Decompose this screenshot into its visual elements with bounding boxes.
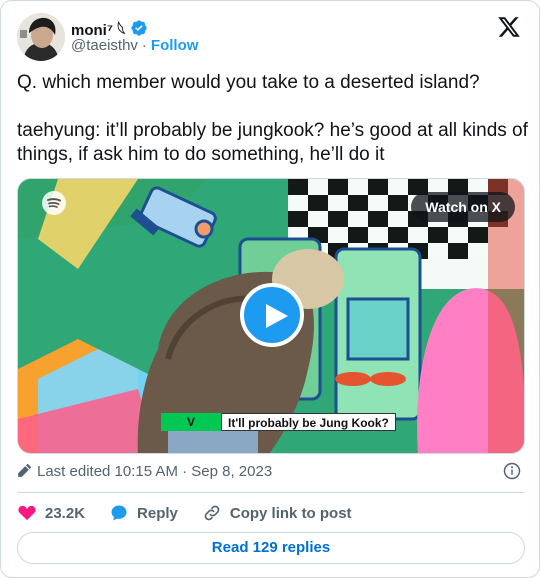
follow-button[interactable]: Follow xyxy=(151,37,199,54)
reply-bubble-icon xyxy=(111,505,127,521)
reply-label: Reply xyxy=(137,504,178,522)
like-button[interactable]: 23.2K xyxy=(17,503,85,523)
avatar[interactable] xyxy=(17,13,65,61)
caption-speaker: V xyxy=(161,413,221,431)
read-replies-button[interactable]: Read 129 replies xyxy=(17,532,525,564)
x-logo-icon[interactable] xyxy=(497,15,521,39)
link-icon xyxy=(204,505,220,521)
timestamp-row: Last edited 10:15 AM · Sep 8, 2023 xyxy=(17,461,525,481)
divider xyxy=(17,492,525,493)
video-thumbnail[interactable]: Watch on X V It'll probably be Jung Kook… xyxy=(17,178,525,454)
watch-on-x-button[interactable]: Watch on X xyxy=(411,192,515,222)
tweet-text: Q. which member would you take to a dese… xyxy=(17,72,528,165)
play-button[interactable] xyxy=(240,283,304,347)
verified-badge-icon xyxy=(130,19,147,36)
heart-icon xyxy=(18,505,36,521)
author-handle[interactable]: @taeisthv xyxy=(71,37,138,54)
video-caption: V It'll probably be Jung Kook? xyxy=(161,413,396,431)
tweet-embed-card: moni⁷ 𓆩 @taeisthv · Follow Q. which memb… xyxy=(0,0,540,578)
action-bar: 23.2K Reply Copy link to post xyxy=(17,501,376,525)
copy-link-button[interactable]: Copy link to post xyxy=(202,503,352,523)
author-handle-row: @taeisthv · Follow xyxy=(71,37,198,54)
reply-button[interactable]: Reply xyxy=(109,503,178,523)
caption-text: It'll probably be Jung Kook? xyxy=(221,413,396,431)
copy-link-label: Copy link to post xyxy=(229,504,352,522)
play-icon xyxy=(266,304,288,328)
timestamp[interactable]: Last edited 10:15 AM · Sep 8, 2023 xyxy=(37,463,272,480)
info-icon[interactable] xyxy=(503,462,521,480)
spotify-icon xyxy=(42,191,66,215)
like-count: 23.2K xyxy=(45,504,86,522)
handle-separator: · xyxy=(141,37,147,54)
edit-pencil-icon xyxy=(18,464,31,477)
